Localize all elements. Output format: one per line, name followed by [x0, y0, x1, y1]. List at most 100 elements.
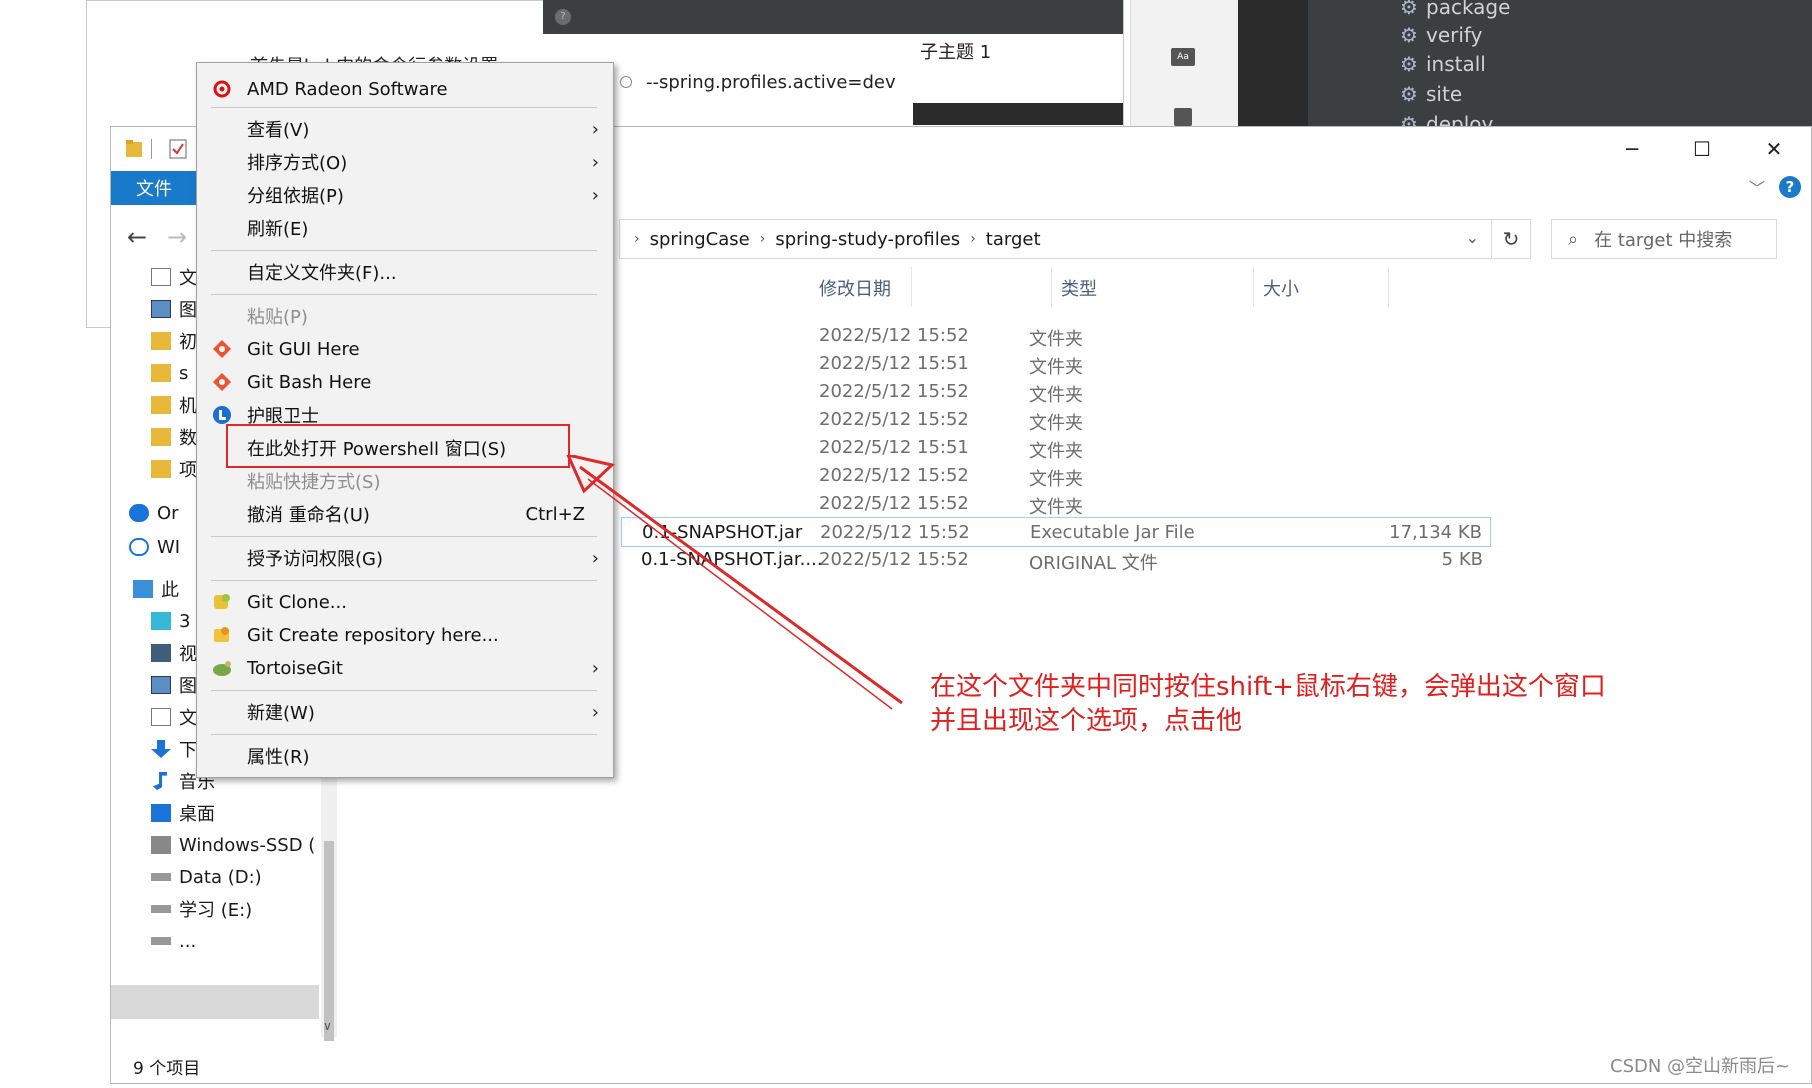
nav-item[interactable]: 初: [151, 325, 197, 357]
nav-item[interactable]: Windows-SSD (: [151, 829, 315, 861]
nav-item[interactable]: 视: [151, 637, 197, 669]
context-menu-item-label: 授予访问权限(G): [247, 549, 383, 570]
breadcrumb-item[interactable]: springCase: [650, 229, 750, 250]
computer-icon: [133, 580, 153, 598]
nav-item-label: WI: [157, 536, 181, 558]
nav-item[interactable]: ...: [151, 925, 196, 957]
nav-item-label: 桌面: [179, 804, 215, 825]
context-menu-item[interactable]: 授予访问权限(G) ›: [197, 542, 613, 574]
chevron-down-icon[interactable]: ⌄: [1466, 228, 1479, 247]
side-toolbar: Aa: [1130, 0, 1238, 126]
help-icon[interactable]: ?: [555, 9, 571, 25]
context-menu-item[interactable]: 排序方式(O) ›: [197, 146, 613, 178]
context-menu-item[interactable]: Git GUI Here: [197, 333, 613, 365]
menu-separator: [211, 250, 597, 251]
download-icon: [151, 740, 171, 758]
forward-arrow-icon[interactable]: →: [167, 223, 187, 251]
chevron-right-icon: ›: [591, 118, 599, 140]
gear-icon: ⚙: [1400, 52, 1418, 76]
nav-item[interactable]: Data (D:): [151, 861, 262, 893]
properties-icon[interactable]: [169, 139, 187, 159]
cloud-icon: [129, 538, 149, 556]
chevron-down-icon[interactable]: ﹀: [1749, 175, 1765, 199]
refresh-button[interactable]: ↻: [1491, 219, 1531, 259]
nav-item[interactable]: 3: [151, 605, 190, 637]
help-icon[interactable]: ?: [1779, 176, 1801, 198]
music-icon: [153, 772, 167, 790]
nav-item[interactable]: 此: [133, 573, 179, 605]
context-menu-item[interactable]: 自定义文件夹(F)...: [197, 256, 613, 288]
document-icon: [151, 268, 171, 286]
gear-icon: ⚙: [1400, 82, 1418, 106]
file-date: 2022/5/12 15:52: [819, 325, 969, 346]
nav-item-label: 此: [161, 580, 179, 601]
nav-item[interactable]: 数: [151, 421, 197, 453]
scrollbar-thumb[interactable]: [324, 841, 334, 1041]
context-menu-item[interactable]: TortoiseGit ›: [197, 652, 613, 684]
maven-item[interactable]: ⚙ package: [1400, 0, 1510, 21]
context-menu-item-label: 撤消 重命名(U): [247, 505, 370, 526]
nav-item[interactable]: 桌面: [151, 797, 215, 829]
context-menu-item[interactable]: Git Clone...: [197, 586, 613, 618]
file-row[interactable]: 2022/5/12 15:52 文件夹: [621, 321, 1491, 351]
context-menu-item[interactable]: Git Bash Here: [197, 366, 613, 398]
close-button[interactable]: ✕: [1751, 133, 1797, 165]
nav-item[interactable]: 文: [151, 261, 197, 293]
nav-item[interactable]: WI: [129, 531, 180, 563]
file-row[interactable]: 2022/5/12 15:52 文件夹: [621, 377, 1491, 407]
file-type: 文件夹: [1029, 497, 1083, 518]
maven-panel: ⚙ package ⚙ verify ⚙ install ⚙ site ⚙ deploy: [1308, 0, 1812, 136]
nav-item[interactable]: 图: [151, 293, 197, 325]
file-type: 文件夹: [1029, 385, 1083, 406]
column-separator[interactable]: [911, 267, 912, 307]
nav-item[interactable]: 项: [151, 453, 197, 485]
column-separator[interactable]: [1051, 267, 1052, 307]
menu-separator: [211, 107, 597, 108]
annotation-line-1: 在这个文件夹中同时按住shift+鼠标右键，会弹出这个窗口: [930, 672, 1606, 702]
desktop-icon: [151, 804, 171, 822]
picture-icon: [151, 676, 171, 694]
context-menu-item[interactable]: AMD Radeon Software: [197, 73, 613, 105]
nav-item[interactable]: 机: [151, 389, 197, 421]
maven-item[interactable]: ⚙ install: [1400, 50, 1486, 78]
context-menu-item[interactable]: 刷新(E): [197, 212, 613, 244]
tab-file[interactable]: 文件: [111, 171, 197, 205]
search-input[interactable]: ⌕ 在 target 中搜索: [1551, 219, 1777, 259]
file-row[interactable]: 2022/5/12 15:52 文件夹: [621, 405, 1491, 435]
ribbon-controls: ﹀ ?: [1749, 175, 1801, 199]
column-separator[interactable]: [1388, 267, 1389, 307]
background-thumbnail: [913, 103, 1123, 125]
file-row[interactable]: 2022/5/12 15:51 文件夹: [621, 349, 1491, 379]
font-tool-icon[interactable]: Aa: [1171, 48, 1195, 66]
address-bar[interactable]: › springCase › spring-study-profiles › t…: [619, 219, 1491, 259]
context-menu-item[interactable]: 查看(V) ›: [197, 113, 613, 145]
context-menu-item[interactable]: 新建(W) ›: [197, 696, 613, 728]
context-menu-item[interactable]: 分组依据(P) ›: [197, 179, 613, 211]
column-header-size[interactable]: 大小: [1263, 275, 1299, 301]
nav-item[interactable]: s: [151, 357, 188, 389]
maven-item[interactable]: ⚙ verify: [1400, 21, 1482, 49]
gear-icon: ⚙: [1400, 0, 1418, 19]
chevron-down-icon[interactable]: ∨: [323, 1019, 332, 1033]
back-arrow-icon[interactable]: ←: [127, 223, 147, 251]
tortoise-git-clone-icon: [211, 592, 233, 612]
minimize-button[interactable]: ─: [1609, 133, 1655, 165]
document-tool-icon[interactable]: [1174, 108, 1192, 126]
nav-item[interactable]: 图: [151, 669, 197, 701]
breadcrumb-item[interactable]: target: [986, 229, 1041, 250]
context-menu-item[interactable]: 属性(R): [197, 740, 613, 772]
context-menu-item[interactable]: 撤消 重命名(U) Ctrl+Z: [197, 498, 613, 530]
maximize-button[interactable]: ☐: [1679, 133, 1725, 165]
nav-item-label: Data (D:): [179, 866, 262, 888]
nav-item-label: 视: [179, 644, 197, 665]
ide-editor-strip: [1238, 0, 1308, 126]
file-type: 文件夹: [1029, 413, 1083, 434]
breadcrumb-item[interactable]: spring-study-profiles: [775, 229, 960, 250]
nav-item[interactable]: Or: [129, 497, 179, 529]
context-menu-item[interactable]: Git Create repository here...: [197, 619, 613, 651]
column-header-type[interactable]: 类型: [1061, 275, 1097, 301]
column-header-date[interactable]: 修改日期: [819, 275, 891, 301]
column-separator[interactable]: [1253, 267, 1254, 307]
maven-item[interactable]: ⚙ site: [1400, 80, 1462, 108]
nav-item[interactable]: 学习 (E:): [151, 893, 252, 925]
